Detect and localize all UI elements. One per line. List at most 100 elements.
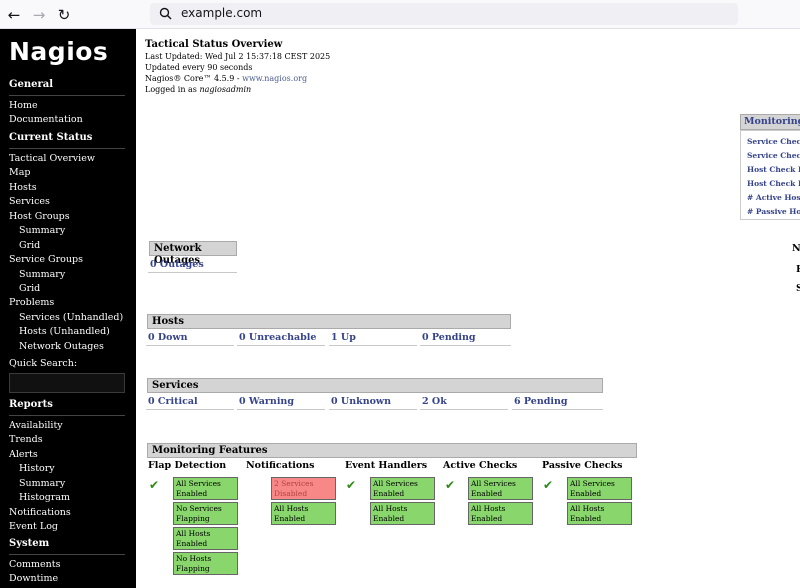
- sidebar-heading-reports: Reports: [9, 399, 53, 410]
- version-line: Nagios® Core™ 4.5.9 - www.nagios.org: [145, 73, 330, 84]
- divider: [9, 95, 125, 96]
- sidebar-link-service-groups-grid[interactable]: Grid: [19, 283, 40, 294]
- logged-in-label: Logged in as: [145, 85, 200, 94]
- flap-hosts-flapping-status[interactable]: No Hosts Flapping: [173, 552, 238, 575]
- sidebar-link-alerts[interactable]: Alerts: [9, 449, 38, 460]
- services-unknown-link[interactable]: 0 Unknown: [329, 395, 417, 410]
- sidebar-link-problems[interactable]: Problems: [9, 297, 54, 308]
- sidebar-heading-system: System: [9, 538, 50, 549]
- active-checks-title: Active Checks: [443, 460, 518, 471]
- sidebar-link-tactical-overview[interactable]: Tactical Overview: [9, 153, 95, 164]
- perf-link[interactable]: # Active Host /: [747, 193, 800, 202]
- sidebar-link-documentation[interactable]: Documentation: [9, 114, 83, 125]
- address-bar[interactable]: example.com: [150, 3, 738, 25]
- sidebar-link-services[interactable]: Services: [9, 196, 50, 207]
- hosts-heading: Hosts: [147, 314, 511, 329]
- sidebar-link-availability[interactable]: Availability: [9, 420, 63, 431]
- sidebar-link-network-outages[interactable]: Network Outages: [19, 341, 104, 352]
- checkmark-icon: ✔: [543, 478, 554, 492]
- sidebar-link-event-log[interactable]: Event Log: [9, 521, 58, 532]
- flap-detection-title: Flap Detection: [148, 460, 227, 471]
- cut-off-heading: N: [792, 243, 800, 254]
- divider: [9, 415, 125, 416]
- flap-hosts-status[interactable]: All Hosts Enabled: [173, 527, 238, 550]
- page-title: Tactical Status Overview: [145, 39, 283, 50]
- checkmark-icon: ✔: [346, 478, 357, 492]
- sidebar-link-hosts-unhandled[interactable]: Hosts (Unhandled): [19, 326, 110, 337]
- hosts-up-link[interactable]: 1 Up: [329, 331, 417, 346]
- services-pending-link[interactable]: 6 Pending: [512, 395, 603, 410]
- hosts-down-link[interactable]: 0 Down: [146, 331, 234, 346]
- version-text: Nagios® Core™ 4.5.9 -: [145, 74, 243, 83]
- url-text: example.com: [181, 6, 263, 20]
- hosts-unreachable-link[interactable]: 0 Unreachable: [237, 331, 325, 346]
- search-icon: [159, 7, 172, 20]
- checkmark-icon: ✔: [149, 478, 160, 492]
- browser-toolbar: ← → ↻ example.com: [0, 0, 800, 29]
- sidebar-link-home[interactable]: Home: [9, 100, 38, 111]
- passive-checks-services-status[interactable]: All Services Enabled: [567, 477, 632, 500]
- monitoring-performance-heading[interactable]: Monitoring: [740, 114, 800, 130]
- hosts-pending-link[interactable]: 0 Pending: [420, 331, 511, 346]
- perf-link[interactable]: # Passive Host: [747, 207, 800, 216]
- passive-checks-hosts-status[interactable]: All Hosts Enabled: [567, 502, 632, 525]
- perf-link[interactable]: Service Check: [747, 137, 800, 146]
- perf-link[interactable]: Host Check Ex: [747, 165, 800, 174]
- username: nagiosadmin: [199, 85, 252, 94]
- sidebar-link-notifications[interactable]: Notifications: [9, 507, 71, 518]
- main-content: Tactical Status Overview Last Updated: W…: [136, 29, 800, 588]
- checkmark-icon: ✔: [445, 478, 456, 492]
- services-ok-link[interactable]: 2 Ok: [420, 395, 508, 410]
- cut-off-label: H: [796, 264, 800, 275]
- divider: [9, 148, 125, 149]
- event-handlers-hosts-status[interactable]: All Hosts Enabled: [370, 502, 435, 525]
- services-critical-link[interactable]: 0 Critical: [146, 395, 234, 410]
- outages-count-link[interactable]: 0 Outages: [148, 258, 237, 273]
- active-checks-hosts-status[interactable]: All Hosts Enabled: [468, 502, 533, 525]
- passive-checks-title: Passive Checks: [542, 460, 623, 471]
- sidebar-link-host-groups-grid[interactable]: Grid: [19, 240, 40, 251]
- services-warning-link[interactable]: 0 Warning: [237, 395, 325, 410]
- active-checks-services-status[interactable]: All Services Enabled: [468, 477, 533, 500]
- back-arrow-icon[interactable]: ←: [4, 5, 24, 25]
- services-heading: Services: [147, 378, 603, 393]
- status-info: Tactical Status Overview Last Updated: W…: [145, 38, 330, 95]
- nagios-logo[interactable]: Nagios: [9, 37, 108, 66]
- cut-off-label: S: [796, 283, 800, 294]
- sidebar-link-comments[interactable]: Comments: [9, 559, 60, 570]
- flap-services-flapping-status[interactable]: No Services Flapping: [173, 502, 238, 525]
- sidebar-link-downtime[interactable]: Downtime: [9, 573, 58, 584]
- event-handlers-title: Event Handlers: [345, 460, 428, 471]
- sidebar-heading-current-status: Current Status: [9, 132, 93, 143]
- sidebar-link-alerts-histogram[interactable]: Histogram: [19, 492, 70, 503]
- sidebar-link-service-groups-summary[interactable]: Summary: [19, 269, 65, 280]
- quick-search-input[interactable]: [9, 373, 125, 393]
- logged-in-line: Logged in as nagiosadmin: [145, 84, 330, 95]
- update-interval: Updated every 90 seconds: [145, 63, 253, 72]
- perf-link[interactable]: Host Check La: [747, 179, 800, 188]
- flap-services-status[interactable]: All Services Enabled: [173, 477, 238, 500]
- divider: [9, 554, 125, 555]
- sidebar-link-alerts-summary[interactable]: Summary: [19, 478, 65, 489]
- sidebar-heading-general: General: [9, 79, 54, 90]
- sidebar-link-host-groups[interactable]: Host Groups: [9, 211, 70, 222]
- sidebar-link-hosts[interactable]: Hosts: [9, 182, 37, 193]
- notifications-title: Notifications: [246, 460, 315, 471]
- perf-link[interactable]: Service Check: [747, 151, 800, 160]
- sidebar-link-host-groups-summary[interactable]: Summary: [19, 225, 65, 236]
- nagios-org-link[interactable]: www.nagios.org: [242, 74, 307, 83]
- sidebar-link-trends[interactable]: Trends: [9, 434, 43, 445]
- last-updated: Last Updated: Wed Jul 2 15:37:18 CEST 20…: [145, 52, 331, 61]
- forward-arrow-icon[interactable]: →: [29, 5, 49, 25]
- sidebar-link-service-groups[interactable]: Service Groups: [9, 254, 83, 265]
- sidebar-link-map[interactable]: Map: [9, 167, 30, 178]
- reload-icon[interactable]: ↻: [54, 5, 74, 25]
- sidebar-link-services-unhandled[interactable]: Services (Unhandled): [19, 312, 123, 323]
- network-outages-heading: Network Outages: [149, 241, 237, 266]
- sidebar: Nagios General Home Documentation Curren…: [0, 29, 136, 588]
- quick-search-label: Quick Search:: [9, 358, 78, 369]
- notifications-hosts-status[interactable]: All Hosts Enabled: [271, 502, 336, 525]
- sidebar-link-alerts-history[interactable]: History: [19, 463, 55, 474]
- notifications-services-status[interactable]: 2 Services Disabled: [271, 477, 336, 500]
- event-handlers-services-status[interactable]: All Services Enabled: [370, 477, 435, 500]
